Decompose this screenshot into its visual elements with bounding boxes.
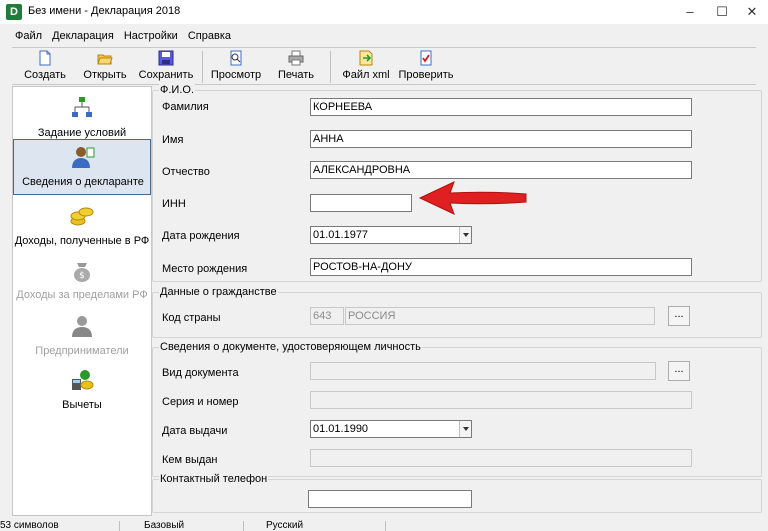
menu-declaration[interactable]: Декларация (49, 28, 117, 44)
document-group-title: Сведения о документе, удостоверяющем лич… (159, 341, 422, 353)
xml-export-icon (359, 50, 373, 66)
chevron-down-icon[interactable] (459, 227, 471, 243)
toolbar-separator (330, 51, 331, 83)
sidebar-item-income-rf[interactable]: Доходы, полученные в РФ (13, 199, 151, 255)
menu-help[interactable]: Справка (185, 28, 234, 44)
name-field[interactable]: АННА (310, 130, 692, 148)
close-button[interactable]: ✕ (736, 0, 768, 24)
toolbar-separator (202, 51, 203, 83)
doc-series-field (310, 391, 692, 409)
citizenship-group-title: Данные о гражданстве (159, 286, 278, 298)
doc-type-label: Вид документа (162, 367, 239, 379)
country-browse-button[interactable]: ... (668, 306, 690, 326)
doc-series-label: Серия и номер (162, 396, 239, 408)
doc-type-browse-button[interactable]: ... (668, 361, 690, 381)
status-char-count: 53 символов (0, 521, 120, 531)
issue-date-label: Дата выдачи (162, 425, 228, 437)
status-language: Русский (266, 521, 386, 531)
fio-group-title: Ф.И.О. (159, 84, 195, 96)
check-icon (420, 50, 432, 66)
birthdate-value: 01.01.1977 (313, 229, 369, 241)
create-button[interactable]: Создать (22, 50, 68, 84)
income-abroad-icon: $ (74, 263, 90, 282)
toolbar: Создать Открыть Сохранить Просмотр Печат… (12, 47, 756, 85)
income-rf-icon (70, 207, 94, 226)
entrepreneurs-icon (72, 316, 92, 337)
red-arrow-annotation (418, 181, 527, 215)
new-file-icon (39, 50, 51, 66)
sidebar: Задание условий Сведения о декларанте До… (12, 86, 152, 516)
save-button[interactable]: Сохранить (138, 50, 194, 84)
inn-field[interactable] (310, 194, 412, 212)
check-button[interactable]: Проверить (398, 50, 454, 84)
preview-icon (230, 50, 242, 66)
name-label: Имя (162, 134, 184, 146)
printer-icon (288, 50, 304, 66)
xml-file-button[interactable]: Файл xml (340, 50, 392, 84)
issue-date-select[interactable]: 01.01.1990 (310, 420, 472, 438)
issued-by-field (310, 449, 692, 467)
app-window: D Без имени - Декларация 2018 – ☐ ✕ Файл… (0, 0, 768, 531)
country-code-label: Код страны (162, 312, 221, 324)
deductions-icon (72, 370, 94, 390)
country-code-field: 643 (310, 307, 344, 325)
status-bar: 53 символов Базовый Русский (0, 520, 768, 531)
app-icon: D (6, 4, 22, 20)
sidebar-item-declarant[interactable]: Сведения о декларанте (13, 139, 151, 195)
issue-date-value: 01.01.1990 (313, 423, 369, 435)
doc-type-field (310, 362, 656, 380)
conditions-icon (72, 97, 92, 117)
inn-label: ИНН (162, 198, 186, 210)
sidebar-item-income-abroad[interactable]: $ Доходы за пределами РФ (13, 253, 151, 309)
birthdate-label: Дата рождения (162, 230, 240, 242)
declarant-icon (72, 147, 95, 168)
maximize-button[interactable]: ☐ (706, 0, 738, 24)
phone-group-title: Контактный телефон (159, 473, 269, 485)
title-bar: D Без имени - Декларация 2018 – ☐ ✕ (0, 0, 768, 24)
open-button[interactable]: Открыть (82, 50, 128, 84)
birthplace-label: Место рождения (162, 263, 248, 275)
minimize-button[interactable]: – (674, 0, 706, 24)
surname-label: Фамилия (162, 101, 209, 113)
birthdate-select[interactable]: 01.01.1977 (310, 226, 472, 244)
window-title: Без имени - Декларация 2018 (28, 5, 181, 17)
country-name-field: РОССИЯ (345, 307, 655, 325)
print-button[interactable]: Печать (274, 50, 318, 84)
surname-field[interactable]: КОРНЕЕВА (310, 98, 692, 116)
preview-button[interactable]: Просмотр (208, 50, 264, 84)
sidebar-item-entrepreneurs[interactable]: Предприниматели (13, 309, 151, 365)
chevron-down-icon[interactable] (459, 421, 471, 437)
menu-settings[interactable]: Настройки (121, 28, 181, 44)
issued-by-label: Кем выдан (162, 454, 218, 466)
birthplace-field[interactable]: РОСТОВ-НА-ДОНУ (310, 258, 692, 276)
menu-file[interactable]: Файл (12, 28, 45, 44)
menu-bar: Файл Декларация Настройки Справка (12, 28, 756, 46)
svg-text:$: $ (79, 271, 85, 281)
save-disk-icon (158, 50, 174, 66)
sidebar-item-deductions[interactable]: Вычеты (13, 363, 151, 419)
declarant-form: Ф.И.О. Фамилия КОРНЕЕВА Имя АННА Отчеств… (152, 84, 762, 516)
patronymic-label: Отчество (162, 166, 210, 178)
status-mode: Базовый (144, 521, 244, 531)
phone-field[interactable] (308, 490, 472, 508)
open-folder-icon (97, 54, 113, 65)
patronymic-field[interactable]: АЛЕКСАНДРОВНА (310, 161, 692, 179)
